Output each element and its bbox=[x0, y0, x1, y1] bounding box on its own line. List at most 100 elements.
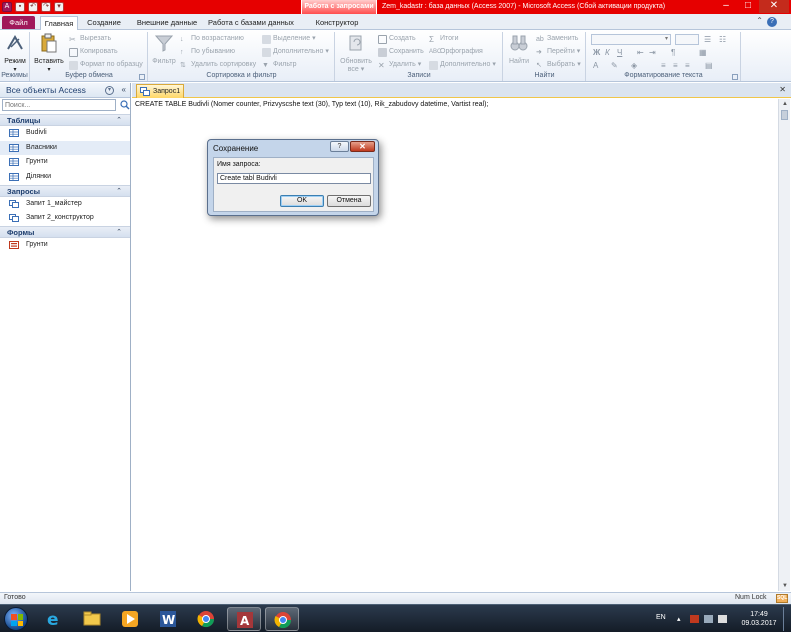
taskbar-internet-explorer[interactable]: e bbox=[37, 607, 71, 631]
sql-view-icon[interactable]: SQL bbox=[776, 594, 788, 603]
taskbar-chrome-active[interactable] bbox=[265, 607, 299, 631]
delete-record-button[interactable]: ✕ Удалить ▾ bbox=[378, 59, 421, 71]
undo-icon[interactable]: ↶ bbox=[28, 2, 38, 12]
indent-increase-icon[interactable]: ⇥ bbox=[649, 48, 656, 57]
taskbar-access[interactable]: A bbox=[227, 607, 261, 631]
help-icon[interactable]: ? bbox=[767, 17, 777, 27]
alternate-row-color-icon[interactable]: ▤ bbox=[705, 61, 713, 70]
align-center-icon[interactable]: ≡ bbox=[673, 61, 678, 70]
language-indicator[interactable]: EN bbox=[656, 614, 666, 621]
underline-button[interactable]: Ч bbox=[617, 48, 622, 57]
clock[interactable]: 17:49 09.03.2017 bbox=[739, 610, 779, 628]
taskbar-media-player[interactable] bbox=[113, 607, 147, 631]
dialog-close-button[interactable]: ✕ bbox=[350, 141, 375, 152]
font-color-icon[interactable]: A bbox=[593, 61, 598, 70]
vertical-scrollbar[interactable]: ▲ ▼ bbox=[778, 99, 790, 591]
nav-search-input[interactable] bbox=[2, 99, 116, 111]
taskbar-word[interactable]: W bbox=[151, 607, 185, 631]
dialog-launcher-icon[interactable] bbox=[732, 74, 738, 80]
filter-button[interactable]: Фильтр bbox=[151, 33, 177, 66]
save-record-button[interactable]: Сохранить bbox=[378, 46, 424, 58]
dialog-help-button[interactable]: ? bbox=[330, 141, 349, 152]
nav-item-table[interactable]: Власники bbox=[0, 140, 130, 156]
paragraph-direction-icon[interactable]: ¶ bbox=[671, 48, 675, 57]
access-app-icon[interactable]: A bbox=[2, 2, 12, 12]
selection-button[interactable]: Выделение ▾ bbox=[262, 33, 316, 45]
save-icon[interactable]: ▪ bbox=[15, 2, 25, 12]
toggle-filter-button[interactable]: ▼ Фильтр bbox=[262, 59, 297, 71]
font-size-dropdown[interactable] bbox=[675, 34, 699, 45]
tab-query1[interactable]: Запрос1 bbox=[136, 84, 184, 98]
dialog-launcher-icon[interactable] bbox=[139, 74, 145, 80]
tab-file[interactable]: Файл bbox=[2, 16, 35, 29]
sort-descending-button[interactable]: ↑ По убыванию bbox=[180, 46, 235, 58]
network-icon[interactable] bbox=[704, 615, 713, 623]
chevron-up-icon[interactable]: ⌃ bbox=[116, 187, 122, 195]
cancel-button[interactable]: Отмена bbox=[327, 195, 371, 207]
query-name-input[interactable]: Create tabl Budivli bbox=[217, 173, 371, 184]
nav-section-forms[interactable]: Формы ⌃ bbox=[0, 226, 130, 239]
redo-icon[interactable]: ↷ bbox=[41, 2, 51, 12]
minimize-button[interactable]: – bbox=[715, 0, 737, 13]
new-record-button[interactable]: Создать bbox=[378, 33, 416, 45]
list-numbered-icon[interactable]: ☰ bbox=[704, 35, 711, 44]
remove-sort-button[interactable]: ⇅ Удалить сортировку bbox=[180, 59, 256, 71]
tab-create[interactable]: Создание bbox=[83, 16, 125, 30]
advanced-filter-button[interactable]: Дополнительно ▾ bbox=[262, 46, 329, 58]
action-center-icon[interactable] bbox=[690, 615, 699, 623]
fill-color-icon[interactable]: ◈ bbox=[631, 61, 637, 70]
gridlines-icon[interactable]: ▦ bbox=[699, 48, 707, 57]
close-document-icon[interactable]: ✕ bbox=[779, 85, 786, 94]
ok-button[interactable]: OK bbox=[280, 195, 324, 207]
sql-text[interactable]: CREATE TABLE Budivli (Nomer counter, Pri… bbox=[135, 101, 488, 108]
copy-button[interactable]: Копировать bbox=[69, 46, 118, 58]
find-button[interactable]: Найти bbox=[506, 33, 532, 66]
highlight-icon[interactable]: ✎ bbox=[611, 61, 618, 70]
select-button[interactable]: ↖ Выбрать ▾ bbox=[536, 59, 581, 71]
start-button[interactable] bbox=[4, 607, 28, 631]
chevron-up-icon[interactable]: ⌃ bbox=[116, 116, 122, 124]
taskbar-explorer[interactable] bbox=[75, 607, 109, 631]
more-records-button[interactable]: Дополнительно ▾ bbox=[429, 59, 496, 71]
qat-customize-icon[interactable]: ▾ bbox=[54, 2, 64, 12]
font-name-dropdown[interactable]: ▾ bbox=[591, 34, 671, 45]
nav-item-table[interactable]: Ділянки bbox=[0, 170, 130, 185]
scroll-down-icon[interactable]: ▼ bbox=[779, 581, 791, 591]
cut-button[interactable]: ✂ Вырезать bbox=[69, 33, 111, 45]
tab-home[interactable]: Главная bbox=[40, 16, 78, 30]
close-button[interactable]: ✕ bbox=[759, 0, 789, 13]
totals-button[interactable]: Σ Итоги bbox=[429, 33, 459, 45]
sort-ascending-button[interactable]: ↓ По возрастанию bbox=[180, 33, 244, 45]
show-desktop-button[interactable] bbox=[783, 607, 791, 631]
taskbar-chrome[interactable] bbox=[189, 607, 223, 631]
paste-button[interactable]: Вставить ▾ bbox=[33, 33, 65, 74]
maximize-button[interactable]: □ bbox=[737, 0, 759, 13]
spelling-button[interactable]: ABC Орфография bbox=[429, 46, 483, 58]
nav-item-table[interactable]: Budivli bbox=[0, 126, 130, 141]
nav-header[interactable]: Все объекты Access ▾ « bbox=[0, 83, 130, 98]
scroll-thumb[interactable] bbox=[781, 110, 788, 120]
replace-button[interactable]: ab Заменить bbox=[536, 33, 578, 45]
nav-item-table[interactable]: Грунти bbox=[0, 155, 130, 170]
scroll-up-icon[interactable]: ▲ bbox=[779, 99, 791, 109]
volume-icon[interactable] bbox=[718, 615, 727, 623]
align-left-icon[interactable]: ≡ bbox=[661, 61, 666, 70]
show-hidden-icons-icon[interactable]: ▴ bbox=[677, 615, 686, 623]
nav-item-form[interactable]: Грунти bbox=[0, 238, 130, 253]
list-bullets-icon[interactable]: ☷ bbox=[719, 35, 726, 44]
chevron-up-icon[interactable]: ⌃ bbox=[116, 228, 122, 236]
indent-decrease-icon[interactable]: ⇤ bbox=[637, 48, 644, 57]
format-painter-button[interactable]: Формат по образцу bbox=[69, 59, 143, 71]
nav-item-query[interactable]: Запит 2_конструктор bbox=[0, 211, 130, 226]
nav-item-query[interactable]: Запит 1_майстер bbox=[0, 197, 130, 212]
bold-button[interactable]: Ж bbox=[593, 48, 600, 57]
tab-external-data[interactable]: Внешние данные bbox=[133, 16, 201, 30]
goto-button[interactable]: ➜ Перейти ▾ bbox=[536, 46, 580, 58]
collapse-pane-icon[interactable]: « bbox=[122, 85, 126, 94]
search-icon[interactable] bbox=[119, 99, 130, 111]
align-right-icon[interactable]: ≡ bbox=[685, 61, 690, 70]
tab-design[interactable]: Конструктор bbox=[305, 16, 369, 30]
tab-database-tools[interactable]: Работа с базами данных bbox=[206, 16, 296, 30]
ribbon-minimize-icon[interactable]: ⌃ bbox=[756, 16, 763, 25]
refresh-all-button[interactable]: Обновить все ▾ bbox=[338, 33, 374, 74]
